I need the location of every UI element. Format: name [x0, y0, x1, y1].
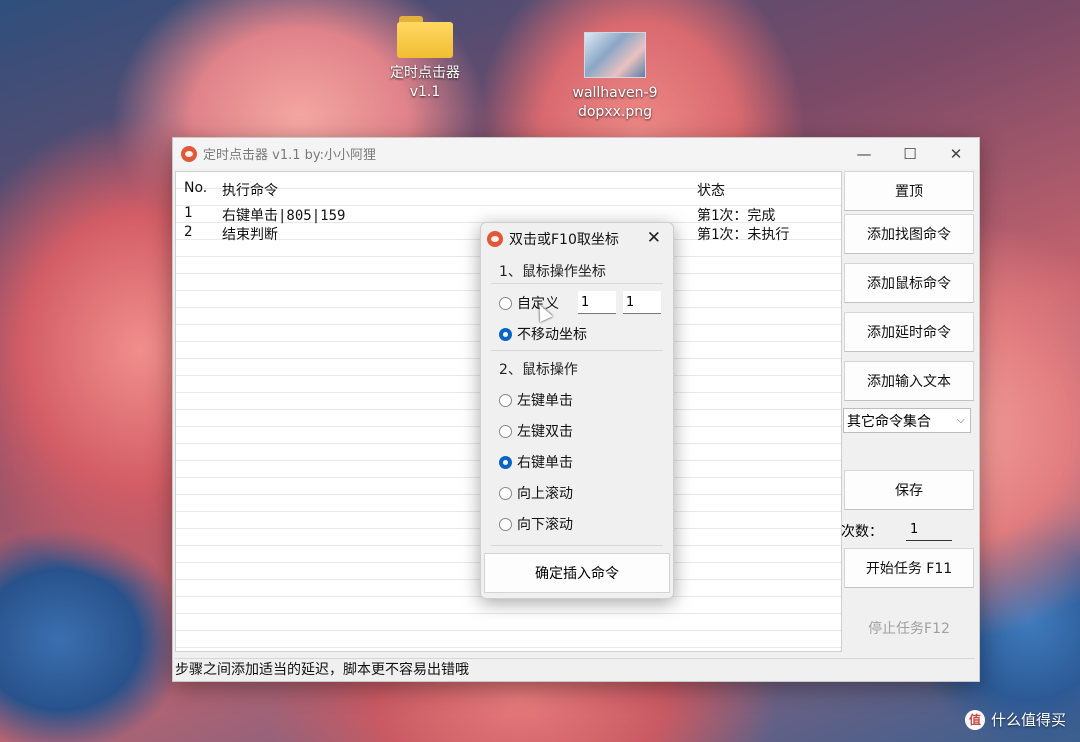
confirm-insert-button[interactable]: 确定插入命令	[484, 553, 670, 593]
add-delay-command-button[interactable]: 添加延时命令	[844, 312, 974, 352]
column-header-command[interactable]: 执行命令	[222, 180, 278, 200]
divider	[491, 350, 663, 351]
app-fox-icon	[181, 145, 197, 162]
count-input[interactable]: 1	[906, 519, 952, 541]
desktop-icon-label: 定时点击器	[390, 65, 460, 81]
radio-circle-icon	[499, 296, 512, 310]
save-button[interactable]: 保存	[844, 470, 974, 510]
column-header-status[interactable]: 状态	[697, 180, 725, 200]
radio-left-double-click[interactable]: 左键双击	[499, 421, 573, 441]
desktop-icon-label: dopxx.png	[577, 104, 652, 120]
radio-circle-icon	[499, 517, 512, 531]
watermark: 值 什么值得买	[964, 709, 1066, 730]
row-status: 第1次：未执行	[697, 227, 790, 243]
coord-x-input[interactable]: 1	[578, 291, 616, 314]
section-mouse-op-label: 2、鼠标操作	[499, 362, 578, 378]
list-header: No. 执行命令 状态	[176, 178, 836, 200]
app-fox-icon	[487, 231, 503, 247]
row-no: 1	[184, 205, 193, 221]
radio-no-move[interactable]: 不移动坐标	[499, 324, 587, 344]
desktop-icon-folder[interactable]: 定时点击器 v1.1	[380, 14, 470, 102]
close-button[interactable]: ✕	[933, 145, 979, 163]
radio-scroll-up[interactable]: 向上滚动	[499, 483, 573, 503]
stop-task-button[interactable]: 停止任务F12	[844, 608, 974, 648]
radio-circle-icon	[499, 486, 512, 500]
window-title: 定时点击器 v1.1 by:小小阿狸	[203, 148, 377, 163]
title-bar[interactable]: 定时点击器 v1.1 by:小小阿狸 — ☐ ✕	[173, 138, 979, 169]
radio-circle-icon	[499, 424, 512, 438]
divider	[491, 545, 663, 546]
chevron-down-icon: ⌵	[956, 413, 965, 426]
radio-circle-icon	[499, 393, 512, 407]
add-mouse-command-button[interactable]: 添加鼠标命令	[844, 263, 974, 303]
table-row[interactable]: 1 右键单击|805|159 第1次：完成	[176, 203, 836, 224]
coord-y-input[interactable]: 1	[623, 291, 661, 314]
row-no: 2	[184, 224, 193, 240]
desktop-icon-image[interactable]: wallhaven-9 dopxx.png	[567, 32, 663, 122]
desktop-icon-label: wallhaven-9	[572, 85, 658, 101]
radio-selected-icon	[499, 455, 512, 469]
image-file-icon	[584, 32, 646, 78]
radio-scroll-down[interactable]: 向下滚动	[499, 514, 573, 534]
other-commands-select[interactable]: 其它命令集合 ⌵	[843, 408, 971, 433]
radio-left-click[interactable]: 左键单击	[499, 390, 573, 410]
watermark-logo-icon: 值	[964, 709, 985, 730]
radio-selected-icon	[499, 327, 512, 341]
select-value: 其它命令集合	[847, 413, 931, 430]
status-bar: 步骤之间添加适当的延迟，脚本更不容易出错哦	[175, 658, 975, 681]
pin-button[interactable]: 置顶	[844, 171, 974, 211]
radio-label: 向上滚动	[517, 486, 573, 502]
radio-label: 右键单击	[517, 455, 573, 471]
dialog-close-icon[interactable]: ✕	[647, 228, 661, 248]
add-input-text-button[interactable]: 添加输入文本	[844, 361, 974, 401]
folder-icon	[397, 14, 453, 58]
radio-right-click[interactable]: 右键单击	[499, 452, 573, 472]
dialog-title-bar[interactable]: 双击或F10取坐标	[481, 223, 673, 255]
radio-label: 左键单击	[517, 393, 573, 409]
radio-label: 不移动坐标	[517, 327, 587, 343]
row-command: 结束判断	[222, 227, 278, 243]
section-coord-label: 1、鼠标操作坐标	[499, 264, 606, 280]
minimize-button[interactable]: —	[841, 145, 887, 163]
dialog-title: 双击或F10取坐标	[509, 232, 619, 248]
pick-coordinate-dialog: 双击或F10取坐标 ✕ 1、鼠标操作坐标 自定义 1 1 不移动坐标 2、鼠标操…	[480, 222, 674, 599]
desktop-icon-label: v1.1	[409, 84, 441, 100]
maximize-button[interactable]: ☐	[887, 145, 933, 163]
divider	[491, 283, 663, 284]
column-header-no[interactable]: No.	[184, 180, 207, 196]
watermark-text: 什么值得买	[990, 711, 1066, 729]
add-find-image-button[interactable]: 添加找图命令	[844, 214, 974, 254]
count-label: 次数：	[841, 524, 883, 540]
radio-label: 向下滚动	[517, 517, 573, 533]
radio-label: 左键双击	[517, 424, 573, 440]
start-task-button[interactable]: 开始任务 F11	[844, 548, 974, 588]
